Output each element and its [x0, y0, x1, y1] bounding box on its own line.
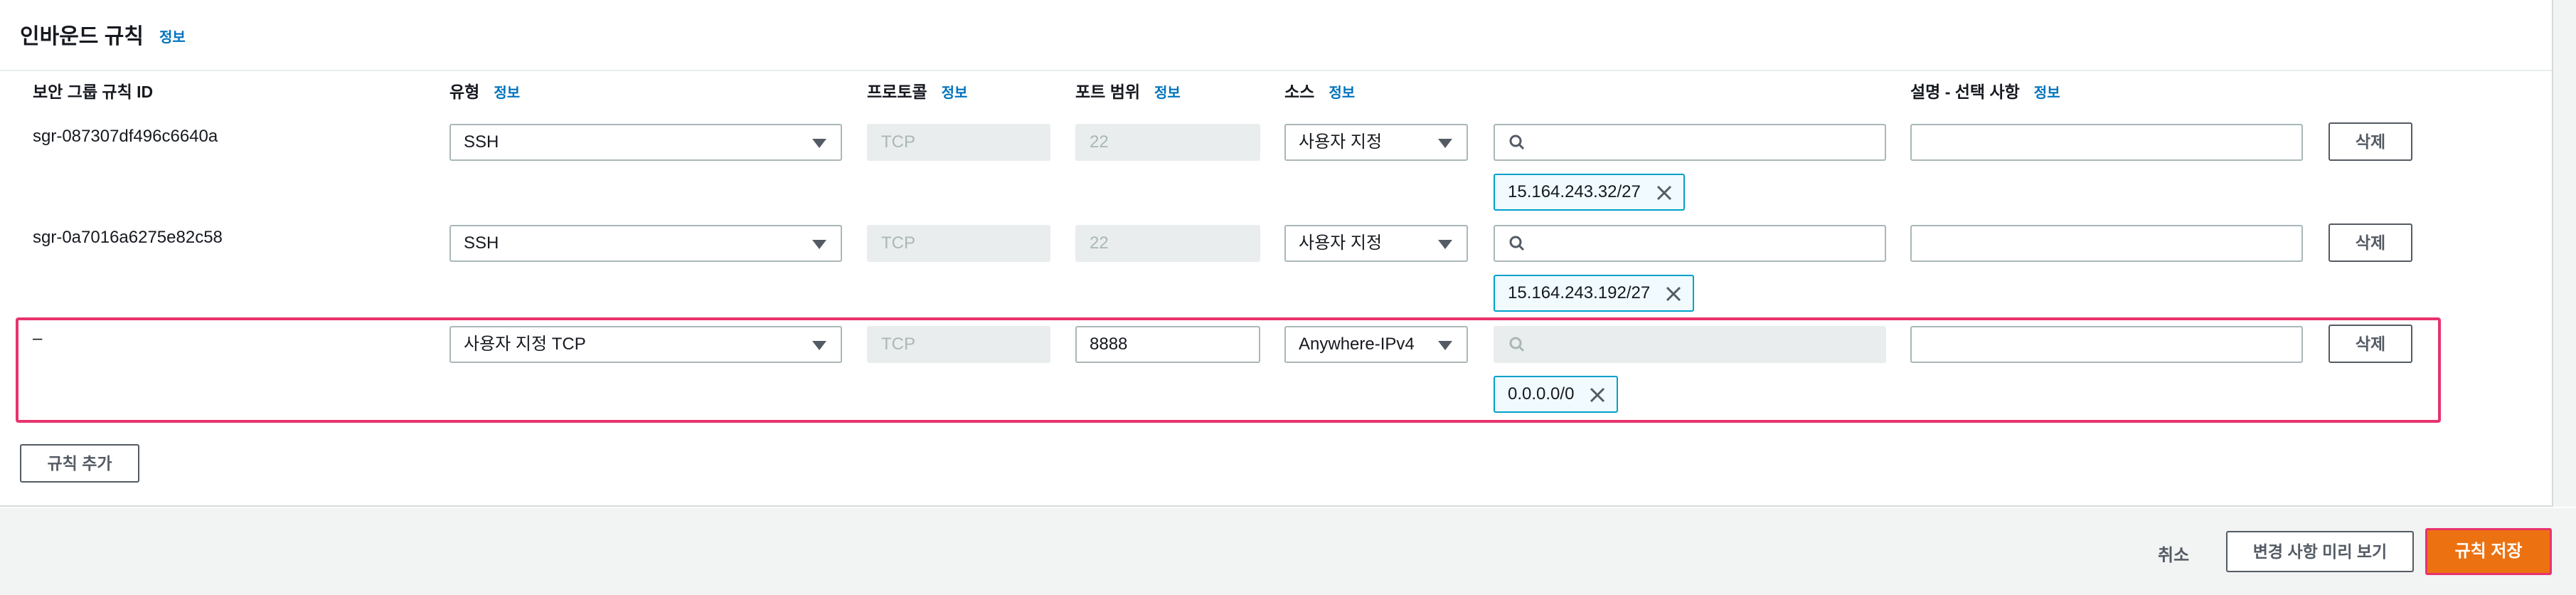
cidr-token: 15.164.243.192/27 [1494, 275, 1695, 312]
port-range-field: 22 [1075, 225, 1260, 262]
panel-header: 인바운드 규칙 정보 [0, 0, 2552, 71]
delete-button[interactable]: 삭제 [2328, 223, 2412, 262]
port-range-info-link[interactable]: 정보 [1154, 85, 1181, 101]
source-select-value: 사용자 지정 [1299, 233, 1383, 253]
caret-down-icon [812, 139, 826, 148]
close-icon[interactable] [1588, 386, 1607, 404]
column-label-source: 소스 [1284, 83, 1315, 101]
source-select[interactable]: 사용자 지정 [1284, 225, 1468, 262]
source-select[interactable]: Anywhere-IPv4 [1284, 326, 1468, 363]
description-input[interactable] [1910, 326, 2303, 363]
add-rule-button[interactable]: 규칙 추가 [20, 444, 139, 483]
column-label-type: 유형 [449, 83, 480, 101]
column-header-port-range: 포트 범위 정보 [1075, 78, 1181, 102]
caret-down-icon [1438, 240, 1452, 249]
column-header-source: 소스 정보 [1284, 78, 1355, 102]
close-icon[interactable] [1655, 184, 1673, 202]
protocol-field: TCP [867, 124, 1050, 161]
column-label-port-range: 포트 범위 [1075, 83, 1141, 101]
cidr-token: 0.0.0.0/0 [1494, 376, 1619, 413]
cidr-search-input [1494, 326, 1886, 363]
port-range-input[interactable]: 8888 [1075, 326, 1260, 363]
delete-button[interactable]: 삭제 [2328, 325, 2412, 363]
type-select-value: SSH [464, 233, 499, 253]
source-select-value: 사용자 지정 [1299, 132, 1383, 152]
type-select-value: 사용자 지정 TCP [464, 335, 586, 354]
column-header-rule-id: 보안 그룹 규칙 ID [33, 78, 153, 102]
caret-down-icon [812, 240, 826, 249]
rule-id: – [33, 329, 43, 348]
panel-info-link[interactable]: 정보 [159, 26, 186, 46]
type-select-value: SSH [464, 132, 499, 152]
description-info-link[interactable]: 정보 [2034, 85, 2060, 101]
caret-down-icon [1438, 139, 1452, 148]
column-header-type: 유형 정보 [449, 78, 520, 102]
preview-changes-button[interactable]: 변경 사항 미리 보기 [2226, 531, 2414, 572]
type-select[interactable]: SSH [449, 225, 842, 262]
panel-title: 인바운드 규칙 [20, 25, 144, 48]
source-select-value: Anywhere-IPv4 [1299, 335, 1415, 354]
description-input[interactable] [1910, 124, 2303, 161]
type-info-link[interactable]: 정보 [494, 85, 520, 101]
column-header-description: 설명 - 선택 사항 정보 [1910, 78, 2060, 102]
cancel-button[interactable]: 취소 [2158, 541, 2189, 566]
protocol-field: TCP [867, 326, 1050, 363]
cidr-token: 15.164.243.32/27 [1494, 174, 1685, 211]
cidr-token-label: 15.164.243.192/27 [1508, 283, 1651, 302]
cidr-search-input[interactable] [1494, 225, 1886, 262]
type-select[interactable]: SSH [449, 124, 842, 161]
footer-bar [0, 508, 2576, 595]
source-info-link[interactable]: 정보 [1329, 85, 1355, 101]
cidr-token-label: 15.164.243.32/27 [1508, 182, 1641, 201]
inbound-rules-panel: 인바운드 규칙 정보 보안 그룹 규칙 ID 유형 정보 프로토콜 정보 포트 범위… [0, 0, 2552, 507]
rule-id: sgr-0a7016a6275e82c58 [33, 228, 223, 247]
search-icon [1509, 236, 1525, 251]
protocol-info-link[interactable]: 정보 [942, 85, 968, 101]
cidr-search-input[interactable] [1494, 124, 1886, 161]
scrollbar-track[interactable] [2552, 0, 2576, 507]
caret-down-icon [1438, 341, 1452, 350]
column-label-description: 설명 - 선택 사항 [1910, 83, 2020, 101]
column-label-protocol: 프로토콜 [867, 83, 927, 101]
save-rules-button[interactable]: 규칙 저장 [2425, 528, 2552, 575]
port-range-field: 22 [1075, 124, 1260, 161]
description-input[interactable] [1910, 225, 2303, 262]
close-icon[interactable] [1664, 285, 1683, 303]
protocol-field: TCP [867, 225, 1050, 262]
search-icon [1509, 337, 1525, 352]
search-icon [1509, 135, 1525, 150]
cidr-token-label: 0.0.0.0/0 [1508, 384, 1575, 404]
source-select[interactable]: 사용자 지정 [1284, 124, 1468, 161]
column-label-rule-id: 보안 그룹 규칙 ID [33, 83, 154, 101]
type-select[interactable]: 사용자 지정 TCP [449, 326, 842, 363]
caret-down-icon [812, 341, 826, 350]
rule-id: sgr-087307df496c6640a [33, 127, 218, 146]
column-header-protocol: 프로토콜 정보 [867, 78, 967, 102]
delete-button[interactable]: 삭제 [2328, 122, 2412, 161]
